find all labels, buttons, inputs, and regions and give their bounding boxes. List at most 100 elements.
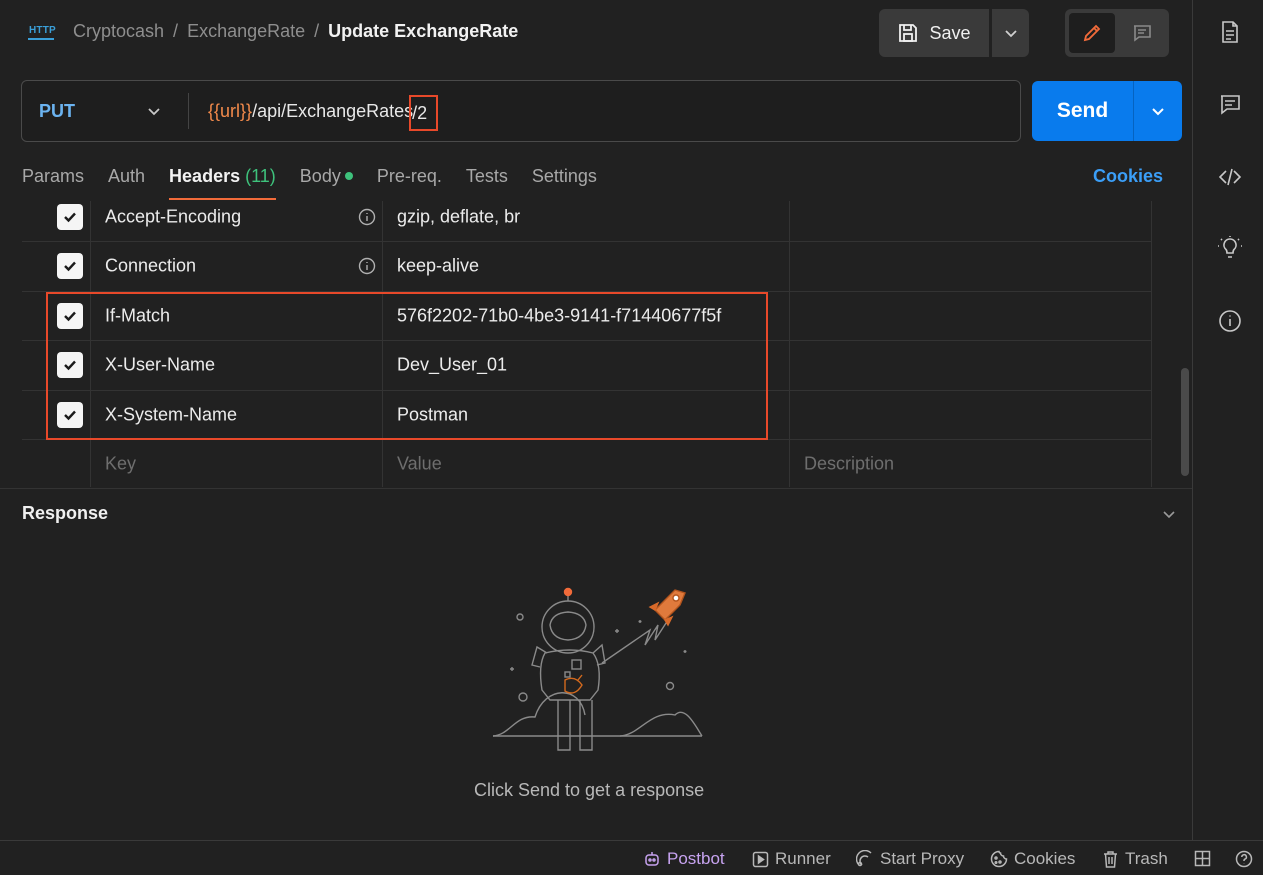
help-icon[interactable] [1235,850,1253,868]
postbot-icon [645,852,659,866]
save-button[interactable]: Save [879,9,989,57]
breadcrumb: Cryptocash / ExchangeRate / Update ExchangeR… [73,21,519,41]
header-description[interactable] [790,242,1152,291]
url-variable: {{url}} [208,101,253,121]
table-row: Connection keep-alive [22,242,1152,292]
response-empty-hint: Click Send to get a response [474,780,705,800]
header-description[interactable] [790,201,1152,241]
documentation-icon[interactable] [1218,20,1242,44]
header-key[interactable]: X-System-Name [105,404,237,425]
play-icon [752,851,769,867]
url-bar: PUT {{url}}/api/ExchangeRates/2 [21,80,1021,142]
trash-icon [1104,851,1117,868]
info-icon[interactable] [1218,309,1242,333]
header-checkbox[interactable] [57,401,83,428]
cookies-link[interactable]: Cookies [1093,166,1163,187]
new-description-input[interactable]: Description [804,453,894,474]
table-row-new: Key Value Description [22,440,1152,487]
lightbulb-icon[interactable] [1218,236,1242,260]
table-row: If-Match 576f2202-71b0-4be3-9141-f714406… [22,291,1152,341]
start-proxy-label: Start Proxy [880,849,965,868]
tab-headers-label: Headers [169,166,241,186]
comments-icon[interactable] [1218,92,1242,116]
header-description[interactable] [790,390,1152,439]
comment-mode-button[interactable] [1119,13,1165,53]
url-input[interactable]: {{url}}/api/ExchangeRates/2 [208,95,439,131]
http-method-select[interactable]: PUT [39,101,75,122]
top-bar: HTTP Cryptocash / ExchangeRate / Update Exch… [0,0,1193,66]
new-value-input[interactable]: Value [397,453,442,474]
breadcrumb-collection[interactable]: Cryptocash [73,21,164,41]
header-description[interactable] [790,291,1152,340]
header-checkbox[interactable] [57,204,83,230]
tab-headers[interactable]: Headers (11) [169,166,276,202]
send-button[interactable]: Send [1032,81,1133,141]
chevron-down-icon [1152,108,1164,116]
comment-icon [1134,25,1151,42]
tab-prereq[interactable]: Pre-req. [377,166,442,202]
divider [188,93,189,129]
pane-divider[interactable] [0,488,1192,489]
header-value[interactable]: Dev_User_01 [397,355,507,376]
start-proxy-button[interactable]: Start Proxy [856,849,964,869]
body-indicator-dot [344,172,353,180]
breadcrumb-folder[interactable]: ExchangeRate [187,21,305,41]
header-key[interactable]: X-User-Name [105,355,215,376]
url-path: /api/ExchangeRates [252,101,414,121]
request-name[interactable]: Update ExchangeRate [328,21,518,41]
tab-settings[interactable]: Settings [532,166,597,202]
new-key-input[interactable]: Key [105,453,136,474]
table-row: X-User-Name Dev_User_01 [22,341,1152,391]
cookies-button[interactable]: Cookies [990,849,1075,869]
headers-table: Accept-Encoding gzip, deflate, br Connec… [22,201,1152,487]
tab-params[interactable]: Params [22,166,84,202]
table-row: X-System-Name Postman [22,390,1152,440]
save-label: Save [929,22,971,43]
header-value[interactable]: gzip, deflate, br [397,207,520,228]
info-icon[interactable] [358,208,376,226]
header-key[interactable]: Accept-Encoding [105,207,241,228]
edit-mode-button[interactable] [1069,13,1115,53]
header-value[interactable]: Postman [397,404,468,425]
save-icon [899,24,918,42]
header-checkbox[interactable] [57,352,83,379]
header-key[interactable]: Connection [105,256,196,277]
pencil-icon [1083,24,1101,42]
right-sidebar [1193,0,1263,840]
url-id-highlight: /2 [409,95,439,131]
chevron-down-icon[interactable] [1161,506,1177,522]
tab-body[interactable]: Body [300,166,353,202]
header-value[interactable]: 576f2202-71b0-4be3-9141-f71440677f5f [397,305,721,326]
runner-label: Runner [775,849,831,868]
proxy-icon [856,850,872,867]
view-mode-toggle [1065,9,1169,57]
info-icon[interactable] [358,257,376,275]
trash-label: Trash [1125,849,1168,868]
status-bar: Postbot Runner Start Proxy Cookies Trash [0,840,1263,875]
send-options-button[interactable] [1133,81,1182,141]
scrollbar[interactable] [1181,368,1189,476]
header-value[interactable]: keep-alive [397,256,479,277]
checkmark-icon [64,360,76,371]
header-description[interactable] [790,341,1152,390]
chevron-down-icon[interactable] [146,103,162,119]
header-checkbox[interactable] [57,253,83,280]
table-row: Accept-Encoding gzip, deflate, br [22,201,1152,242]
postbot-button[interactable]: Postbot [643,849,725,869]
checkmark-icon [64,261,76,272]
chevron-down-icon [1004,30,1017,38]
tab-auth[interactable]: Auth [108,166,145,202]
tab-tests[interactable]: Tests [466,166,508,202]
checkmark-icon [64,212,76,223]
trash-button[interactable]: Trash [1102,849,1168,869]
checkmark-icon [64,410,76,420]
code-icon[interactable] [1218,165,1242,189]
response-title: Response [22,503,109,523]
header-key[interactable]: If-Match [105,305,170,326]
cookies-label: Cookies [1014,849,1076,868]
runner-button[interactable]: Runner [752,849,831,869]
header-checkbox[interactable] [57,302,83,329]
save-options-button[interactable] [991,9,1029,57]
layout-toggle-icon[interactable] [1194,850,1211,867]
headers-count-badge: (11) [245,166,276,186]
